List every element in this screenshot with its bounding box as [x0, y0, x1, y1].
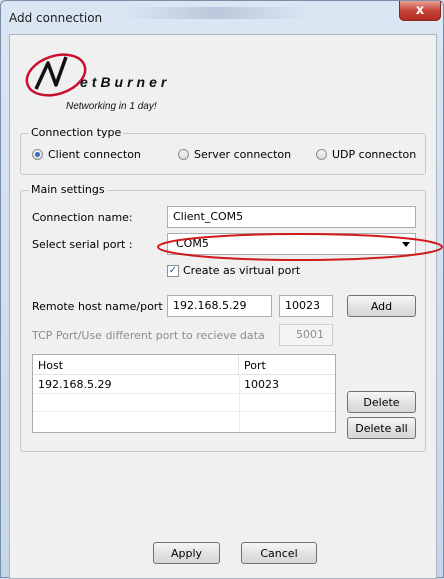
- remote-host-input[interactable]: 192.168.5.29: [167, 295, 272, 317]
- connection-name-label: Connection name:: [32, 211, 133, 224]
- logo-wordmark: etBurner: [80, 74, 171, 90]
- radio-server-label: Server connecton: [194, 148, 292, 161]
- netburner-logo: etBurner Networking in 1 day!: [22, 45, 182, 112]
- add-button[interactable]: Add: [347, 295, 416, 317]
- virtual-port-checkbox[interactable]: ✓ Create as virtual port: [167, 264, 300, 277]
- table-cell-port[interactable]: 10023: [239, 376, 335, 392]
- table-cell-host[interactable]: 192.168.5.29: [33, 376, 239, 392]
- window-title: Add connection: [9, 11, 103, 25]
- column-header-host[interactable]: Host: [33, 355, 239, 375]
- cancel-button[interactable]: Cancel: [241, 542, 317, 564]
- dialog-body: etBurner Networking in 1 day! Connection…: [9, 34, 443, 579]
- highlight-ellipse: [157, 233, 443, 261]
- main-settings-group: Main settings Connection name: Client_CO…: [20, 183, 426, 452]
- remote-port-input[interactable]: 10023: [279, 295, 333, 317]
- delete-button[interactable]: Delete: [347, 391, 416, 413]
- close-button[interactable]: x: [399, 1, 441, 21]
- radio-unselected-icon: [178, 149, 189, 160]
- radio-client-label: Client connecton: [48, 148, 141, 161]
- main-settings-label: Main settings: [29, 183, 107, 196]
- delete-all-button[interactable]: Delete all: [347, 417, 416, 439]
- title-bar-blur: [121, 7, 311, 19]
- column-divider: [239, 375, 240, 432]
- row-divider: [33, 411, 335, 412]
- column-header-port[interactable]: Port: [239, 355, 335, 375]
- radio-udp[interactable]: UDP connecton: [316, 148, 416, 161]
- serial-port-label: Select serial port :: [32, 238, 133, 251]
- connection-name-input[interactable]: Client_COM5: [167, 206, 416, 228]
- connection-type-label: Connection type: [29, 126, 124, 139]
- radio-server[interactable]: Server connecton: [178, 148, 291, 161]
- radio-udp-label: UDP connecton: [332, 148, 417, 161]
- radio-selected-icon: [32, 149, 43, 160]
- remote-host-label: Remote host name/port: [32, 300, 163, 313]
- radio-client[interactable]: Client connecton: [32, 148, 141, 161]
- connection-type-group: Connection type Client connecton Server …: [20, 126, 426, 175]
- tcp-port-label: TCP Port/Use different port to recieve d…: [32, 329, 265, 342]
- logo-tagline: Networking in 1 day!: [66, 101, 157, 112]
- hosts-table[interactable]: Host Port 192.168.5.29 10023: [32, 354, 336, 433]
- checkmark-icon: ✓: [167, 264, 179, 277]
- add-connection-window: Add connection x etBurner Networking in …: [0, 0, 444, 579]
- apply-button[interactable]: Apply: [153, 542, 220, 564]
- row-divider: [33, 393, 335, 394]
- radio-unselected-icon: [316, 149, 327, 160]
- virtual-port-label: Create as virtual port: [183, 264, 301, 277]
- tcp-port-input[interactable]: 5001: [279, 324, 333, 346]
